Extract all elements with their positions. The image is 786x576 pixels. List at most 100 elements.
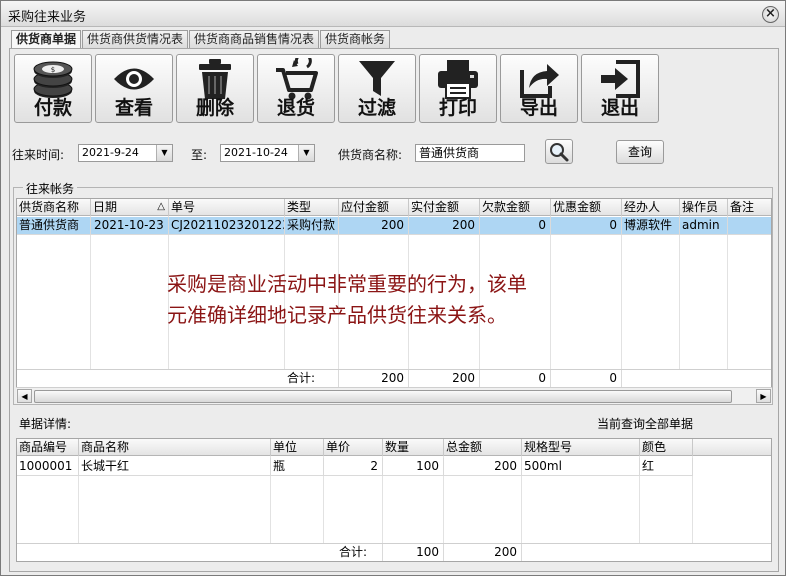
column-divider xyxy=(679,216,680,387)
pay-label: 付款 xyxy=(33,97,72,119)
tab-supplier-accounts[interactable]: 供货商帐务 xyxy=(320,30,391,48)
export-label: 导出 xyxy=(519,97,558,119)
col-remark[interactable]: 备注 xyxy=(728,199,771,216)
col-doc-number[interactable]: 单号 xyxy=(169,199,285,216)
col-handler[interactable]: 经办人 xyxy=(622,199,680,216)
supplier-name-label: 供货商名称: xyxy=(338,148,403,162)
scroll-left-icon[interactable]: ◀ xyxy=(17,389,32,403)
column-divider xyxy=(727,216,728,387)
supplier-name-input[interactable]: 普通供货商 xyxy=(415,144,525,162)
detail-table-header: 商品编号 商品名称 单位 单价 数量 总金额 规格型号 颜色 xyxy=(17,439,771,456)
query-status: 当前查询全部单据 xyxy=(597,417,694,431)
total-payable: 200 xyxy=(339,370,409,387)
tab-strip: 供货商单据 供货商供货情况表 供货商商品销售情况表 供货商帐务 xyxy=(11,30,391,49)
window-title: 采购往来业务 xyxy=(8,10,87,25)
col-type[interactable]: 类型 xyxy=(285,199,339,216)
col-spec[interactable]: 规格型号 xyxy=(522,439,640,456)
accounts-table-header: 供货商名称 日期 △ 单号 类型 应付金额 实付金额 欠款金额 优惠金额 经办人… xyxy=(17,199,771,216)
col-payable[interactable]: 应付金额 xyxy=(339,199,409,216)
col-product-name[interactable]: 商品名称 xyxy=(79,439,271,456)
accounts-total-row: 合计: 200 200 0 0 xyxy=(17,369,771,387)
cell-quantity: 100 xyxy=(383,458,444,476)
toolbar: $ 付款 查看 删除 退货 过滤 打印 导出 退出 xyxy=(14,54,662,123)
date-to-picker[interactable]: 2021-10-24 ▼ xyxy=(220,144,315,162)
total-label: 合计: xyxy=(285,370,339,387)
col-discount[interactable]: 优惠金额 xyxy=(551,199,622,216)
pay-button[interactable]: $ 付款 xyxy=(14,54,92,123)
search-button[interactable] xyxy=(545,139,573,164)
close-button[interactable]: × xyxy=(762,6,779,23)
view-button[interactable]: 查看 xyxy=(95,54,173,123)
col-unit[interactable]: 单位 xyxy=(271,439,324,456)
total-discount: 0 xyxy=(551,370,622,387)
print-label: 打印 xyxy=(438,97,477,119)
table-row[interactable]: 1000001 长城干红 瓶 2 100 200 500ml 红 xyxy=(17,458,771,476)
scroll-right-icon[interactable]: ▶ xyxy=(756,389,771,403)
col-quantity[interactable]: 数量 xyxy=(383,439,444,456)
delete-button[interactable]: 删除 xyxy=(176,54,254,123)
col-owed[interactable]: 欠款金额 xyxy=(480,199,551,216)
tab-supplier-sales-report[interactable]: 供货商商品销售情况表 xyxy=(189,30,320,48)
cell-remark xyxy=(728,217,771,235)
col-operator[interactable]: 操作员 xyxy=(680,199,728,216)
cell-operator: admin xyxy=(680,217,728,235)
cell-doc-number: CJ20211023201223 xyxy=(169,217,285,235)
export-button[interactable]: 导出 xyxy=(500,54,578,123)
sort-asc-icon: △ xyxy=(157,201,165,212)
detail-total-qty: 100 xyxy=(383,544,444,561)
query-bar: 往来时间: 2021-9-24 ▼ 至: 2021-10-24 ▼ 供货商名称:… xyxy=(10,126,776,181)
detail-label: 单据详情: xyxy=(19,417,72,431)
detail-total-label: 合计: xyxy=(324,544,383,561)
col-color[interactable]: 颜色 xyxy=(640,439,693,456)
cell-unit: 瓶 xyxy=(271,458,324,476)
col-unit-price[interactable]: 单价 xyxy=(324,439,383,456)
date-to-label: 至: xyxy=(191,148,208,162)
cell-spec: 500ml xyxy=(522,458,640,476)
date-to-value: 2021-10-24 xyxy=(224,146,288,159)
date-from-picker[interactable]: 2021-9-24 ▼ xyxy=(78,144,173,162)
cell-product-code: 1000001 xyxy=(17,458,79,476)
delete-label: 删除 xyxy=(195,97,234,119)
exit-button[interactable]: 退出 xyxy=(581,54,659,123)
cell-total-amount: 200 xyxy=(444,458,522,476)
tab-supplier-documents[interactable]: 供货商单据 xyxy=(11,30,82,49)
col-total-amount[interactable]: 总金额 xyxy=(444,439,522,456)
cell-date: 2021-10-23 xyxy=(91,217,169,235)
cell-supplier-name: 普通供货商 xyxy=(17,217,91,235)
cell-payable: 200 xyxy=(339,217,409,235)
cell-paid: 200 xyxy=(409,217,480,235)
return-label: 退货 xyxy=(276,97,315,119)
table-row[interactable]: 普通供货商 2021-10-23 CJ20211023201223 采购付款 2… xyxy=(17,217,771,235)
filter-label: 过滤 xyxy=(357,97,396,119)
view-label: 查看 xyxy=(114,97,153,119)
col-date-label: 日期 xyxy=(93,200,118,214)
accounts-group-title: 往来帐务 xyxy=(23,180,78,197)
column-divider xyxy=(90,216,91,387)
col-product-code[interactable]: 商品编号 xyxy=(17,439,79,456)
return-button[interactable]: 退货 xyxy=(257,54,335,123)
cell-discount: 0 xyxy=(551,217,622,235)
promo-line-2: 元准确详细地记录产品供货往来关系。 xyxy=(167,303,507,327)
chevron-down-icon[interactable]: ▼ xyxy=(298,145,314,161)
cell-type: 采购付款 xyxy=(285,217,339,235)
filter-button[interactable]: 过滤 xyxy=(338,54,416,123)
scrollbar-thumb[interactable] xyxy=(34,390,732,403)
cell-handler: 博源软件 xyxy=(622,217,680,235)
magnifier-icon xyxy=(550,143,569,162)
date-range-label: 往来时间: xyxy=(12,148,65,162)
print-button[interactable]: 打印 xyxy=(419,54,497,123)
detail-total-amount: 200 xyxy=(444,544,522,561)
horizontal-scrollbar[interactable]: ◀ ▶ xyxy=(16,387,772,404)
col-supplier-name[interactable]: 供货商名称 xyxy=(17,199,91,216)
chevron-down-icon[interactable]: ▼ xyxy=(156,145,172,161)
promo-line-1: 采购是商业活动中非常重要的行为，该单 xyxy=(167,272,527,296)
col-date[interactable]: 日期 △ xyxy=(91,199,169,216)
svg-text:$: $ xyxy=(51,66,55,74)
cell-color: 红 xyxy=(640,458,693,476)
col-paid[interactable]: 实付金额 xyxy=(409,199,480,216)
tab-supplier-supply-report[interactable]: 供货商供货情况表 xyxy=(82,30,189,48)
query-button[interactable]: 查询 xyxy=(616,140,664,164)
cell-product-name: 长城干红 xyxy=(79,458,271,476)
date-from-value: 2021-9-24 xyxy=(82,146,139,159)
cell-owed: 0 xyxy=(480,217,551,235)
